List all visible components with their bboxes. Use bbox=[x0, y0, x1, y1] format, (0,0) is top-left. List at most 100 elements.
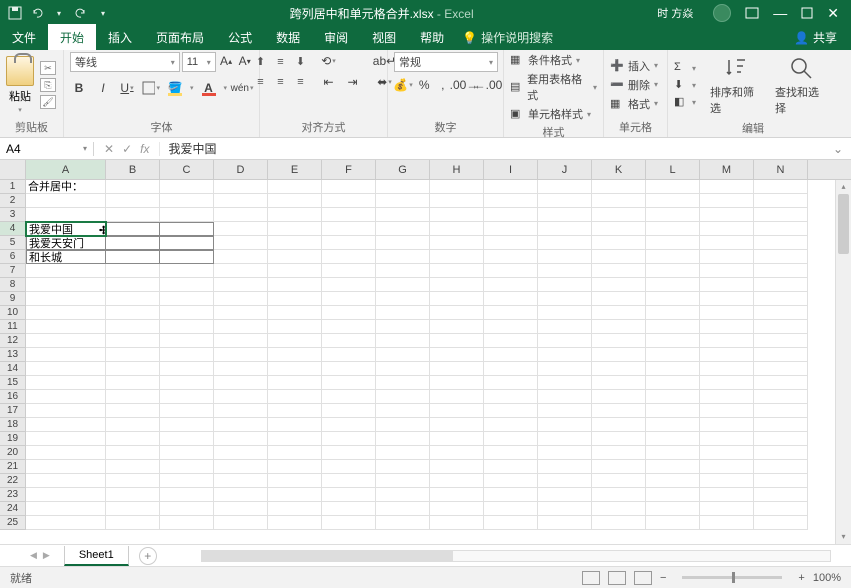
col-header-J[interactable]: J bbox=[538, 160, 592, 179]
cell-G22[interactable] bbox=[376, 474, 430, 488]
cell-C8[interactable] bbox=[160, 278, 214, 292]
cell-A18[interactable] bbox=[26, 418, 106, 432]
cell-E14[interactable] bbox=[268, 362, 322, 376]
cell-K21[interactable] bbox=[592, 460, 646, 474]
row-header-16[interactable]: 16 bbox=[0, 390, 26, 404]
cell-M10[interactable] bbox=[700, 306, 754, 320]
cell-N23[interactable] bbox=[754, 488, 808, 502]
fx-icon[interactable]: fx bbox=[140, 142, 149, 156]
cell-K7[interactable] bbox=[592, 264, 646, 278]
cell-J13[interactable] bbox=[538, 348, 592, 362]
cell-L11[interactable] bbox=[646, 320, 700, 334]
col-header-A[interactable]: A bbox=[26, 160, 106, 179]
cell-K25[interactable] bbox=[592, 516, 646, 530]
cell-C9[interactable] bbox=[160, 292, 214, 306]
cell-I6[interactable] bbox=[484, 250, 538, 264]
scroll-thumb[interactable] bbox=[838, 194, 849, 254]
cell-F6[interactable] bbox=[322, 250, 376, 264]
cell-N18[interactable] bbox=[754, 418, 808, 432]
cell-F3[interactable] bbox=[322, 208, 376, 222]
cell-N7[interactable] bbox=[754, 264, 808, 278]
cell-G16[interactable] bbox=[376, 390, 430, 404]
cell-C11[interactable] bbox=[160, 320, 214, 334]
cell-B12[interactable] bbox=[106, 334, 160, 348]
fill-color-button[interactable]: 🪣 bbox=[166, 79, 184, 97]
cell-I1[interactable] bbox=[484, 180, 538, 194]
comma-icon[interactable]: , bbox=[437, 76, 450, 94]
minimize-icon[interactable]: — bbox=[773, 5, 787, 21]
decrease-indent-icon[interactable]: ⇤ bbox=[320, 73, 338, 91]
orientation-icon[interactable]: ⟲▾ bbox=[320, 52, 338, 70]
cell-F23[interactable] bbox=[322, 488, 376, 502]
cell-K23[interactable] bbox=[592, 488, 646, 502]
find-select-button[interactable]: 查找和选择 bbox=[771, 52, 832, 118]
cell-N15[interactable] bbox=[754, 376, 808, 390]
cell-J2[interactable] bbox=[538, 194, 592, 208]
cell-G10[interactable] bbox=[376, 306, 430, 320]
cell-K20[interactable] bbox=[592, 446, 646, 460]
cell-M6[interactable] bbox=[700, 250, 754, 264]
cell-A19[interactable] bbox=[26, 432, 106, 446]
cell-M25[interactable] bbox=[700, 516, 754, 530]
cell-F24[interactable] bbox=[322, 502, 376, 516]
cell-M1[interactable] bbox=[700, 180, 754, 194]
cell-H8[interactable] bbox=[430, 278, 484, 292]
cell-G23[interactable] bbox=[376, 488, 430, 502]
cell-M3[interactable] bbox=[700, 208, 754, 222]
cell-J21[interactable] bbox=[538, 460, 592, 474]
cell-M8[interactable] bbox=[700, 278, 754, 292]
border-button[interactable]: ▾ bbox=[142, 79, 160, 97]
cell-D1[interactable] bbox=[214, 180, 268, 194]
cell-E9[interactable] bbox=[268, 292, 322, 306]
page-break-view-icon[interactable] bbox=[634, 571, 652, 585]
cell-F21[interactable] bbox=[322, 460, 376, 474]
qat-customize-icon[interactable]: ▾ bbox=[96, 6, 110, 20]
cell-F14[interactable] bbox=[322, 362, 376, 376]
cell-H23[interactable] bbox=[430, 488, 484, 502]
increase-decimal-icon[interactable]: .00→ bbox=[455, 76, 473, 94]
zoom-in-button[interactable]: + bbox=[798, 572, 804, 584]
cell-E17[interactable] bbox=[268, 404, 322, 418]
number-format-combo[interactable]: 常规▾ bbox=[394, 52, 498, 72]
cell-L16[interactable] bbox=[646, 390, 700, 404]
cell-E15[interactable] bbox=[268, 376, 322, 390]
cell-B3[interactable] bbox=[106, 208, 160, 222]
cell-B19[interactable] bbox=[106, 432, 160, 446]
cell-M19[interactable] bbox=[700, 432, 754, 446]
caret-down-icon[interactable]: ▾ bbox=[52, 6, 66, 20]
cell-D3[interactable] bbox=[214, 208, 268, 222]
cell-B24[interactable] bbox=[106, 502, 160, 516]
cell-N24[interactable] bbox=[754, 502, 808, 516]
cell-J17[interactable] bbox=[538, 404, 592, 418]
cell-B7[interactable] bbox=[106, 264, 160, 278]
cell-B1[interactable] bbox=[106, 180, 160, 194]
cell-H1[interactable] bbox=[430, 180, 484, 194]
cell-C13[interactable] bbox=[160, 348, 214, 362]
cell-A20[interactable] bbox=[26, 446, 106, 460]
cell-I4[interactable] bbox=[484, 222, 538, 236]
cell-C2[interactable] bbox=[160, 194, 214, 208]
cell-B21[interactable] bbox=[106, 460, 160, 474]
col-header-D[interactable]: D bbox=[214, 160, 268, 179]
grow-font-icon[interactable]: A▴ bbox=[218, 52, 235, 70]
cell-J19[interactable] bbox=[538, 432, 592, 446]
cell-D23[interactable] bbox=[214, 488, 268, 502]
row-header-21[interactable]: 21 bbox=[0, 460, 26, 474]
cell-N9[interactable] bbox=[754, 292, 808, 306]
cell-E22[interactable] bbox=[268, 474, 322, 488]
cell-L8[interactable] bbox=[646, 278, 700, 292]
cell-K9[interactable] bbox=[592, 292, 646, 306]
cell-K13[interactable] bbox=[592, 348, 646, 362]
cell-L1[interactable] bbox=[646, 180, 700, 194]
cell-F16[interactable] bbox=[322, 390, 376, 404]
cell-I13[interactable] bbox=[484, 348, 538, 362]
row-header-9[interactable]: 9 bbox=[0, 292, 26, 306]
cell-N17[interactable] bbox=[754, 404, 808, 418]
cell-M22[interactable] bbox=[700, 474, 754, 488]
cell-H11[interactable] bbox=[430, 320, 484, 334]
cell-E19[interactable] bbox=[268, 432, 322, 446]
cell-L23[interactable] bbox=[646, 488, 700, 502]
italic-button[interactable]: I bbox=[94, 79, 112, 97]
cell-H9[interactable] bbox=[430, 292, 484, 306]
cell-G9[interactable] bbox=[376, 292, 430, 306]
